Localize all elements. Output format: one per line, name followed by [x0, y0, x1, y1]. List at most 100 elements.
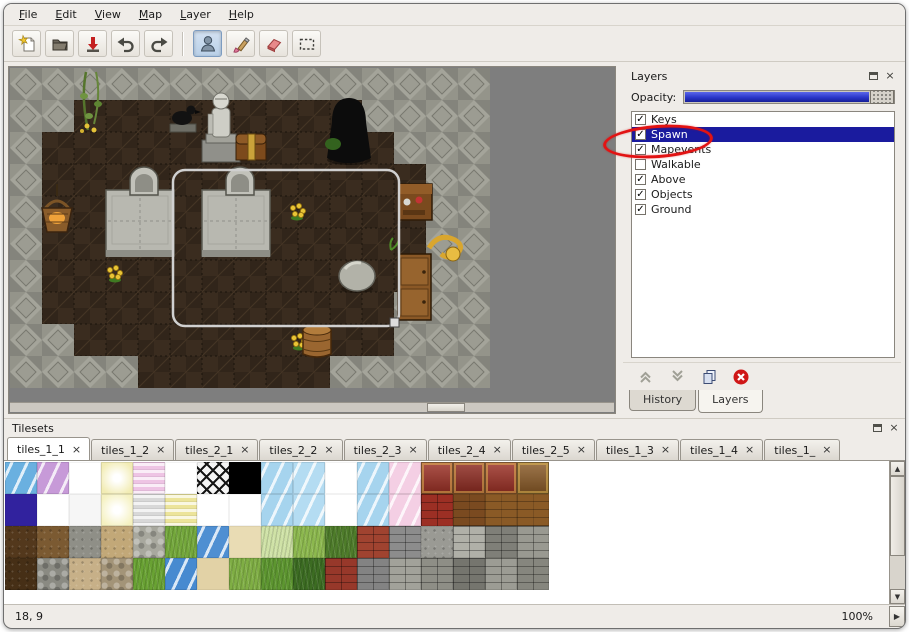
tile-0-7[interactable]: [229, 462, 261, 494]
tile-0-13[interactable]: [421, 462, 453, 494]
tileset-tab-tiles_2_4[interactable]: tiles_2_4×: [428, 439, 511, 460]
tileset-tab-tiles_2_1[interactable]: tiles_2_1×: [175, 439, 258, 460]
layer-row-above[interactable]: ✓Above: [632, 172, 894, 187]
tab-close-icon[interactable]: ×: [492, 445, 503, 455]
tile-0-5[interactable]: [165, 462, 197, 494]
layer-visibility-checkbox[interactable]: ✓: [635, 174, 646, 185]
tile-1-6[interactable]: [197, 494, 229, 526]
eraser-tool-button[interactable]: [259, 30, 288, 57]
tile-3-2[interactable]: [69, 558, 101, 590]
tile-3-8[interactable]: [261, 558, 293, 590]
tab-close-icon[interactable]: ×: [71, 445, 82, 455]
tile-0-16[interactable]: [517, 462, 549, 494]
menu-layer[interactable]: Layer: [171, 4, 220, 25]
tile-1-1[interactable]: [37, 494, 69, 526]
float-panel-icon[interactable]: [866, 70, 880, 83]
move-layer-down-button[interactable]: [665, 366, 689, 388]
tile-2-0[interactable]: [5, 526, 37, 558]
layer-visibility-checkbox[interactable]: [635, 159, 646, 170]
tile-1-7[interactable]: [229, 494, 261, 526]
tile-3-15[interactable]: [485, 558, 517, 590]
tab-close-icon[interactable]: ×: [239, 445, 250, 455]
move-layer-up-button[interactable]: [633, 366, 657, 388]
event-stamp-tool-button[interactable]: [193, 30, 222, 57]
tab-scroll-right-button[interactable]: ▶: [889, 606, 905, 627]
tileset-tab-tiles_2_5[interactable]: tiles_2_5×: [512, 439, 595, 460]
tile-0-8[interactable]: [261, 462, 293, 494]
tile-0-10[interactable]: [325, 462, 357, 494]
select-tool-button[interactable]: [292, 30, 321, 57]
tile-3-13[interactable]: [421, 558, 453, 590]
tab-close-icon[interactable]: ×: [323, 445, 334, 455]
tileset-tab-tiles_1_[interactable]: tiles_1_×: [764, 439, 840, 460]
close-panel-icon[interactable]: ×: [883, 70, 897, 83]
tile-1-15[interactable]: [485, 494, 517, 526]
panel-tab-history[interactable]: History: [629, 390, 696, 411]
layer-row-keys[interactable]: ✓Keys: [632, 112, 894, 127]
tile-3-1[interactable]: [37, 558, 69, 590]
tile-2-10[interactable]: [325, 526, 357, 558]
tile-0-2[interactable]: [69, 462, 101, 494]
brush-tool-button[interactable]: [226, 30, 255, 57]
menu-view[interactable]: View: [86, 4, 130, 25]
tile-grid[interactable]: [5, 462, 549, 590]
scroll-up-arrow[interactable]: ▲: [890, 461, 905, 476]
tile-2-11[interactable]: [357, 526, 389, 558]
tile-1-2[interactable]: [69, 494, 101, 526]
layer-row-objects[interactable]: ✓Objects: [632, 187, 894, 202]
tile-3-6[interactable]: [197, 558, 229, 590]
duplicate-layer-button[interactable]: [697, 366, 721, 388]
tile-2-7[interactable]: [229, 526, 261, 558]
tile-0-9[interactable]: [293, 462, 325, 494]
layer-row-walkable[interactable]: Walkable: [632, 157, 894, 172]
selection-resize-handle[interactable]: [390, 318, 399, 327]
tileset-tab-tiles_2_2[interactable]: tiles_2_2×: [259, 439, 342, 460]
tile-2-14[interactable]: [453, 526, 485, 558]
tile-3-12[interactable]: [389, 558, 421, 590]
tile-1-12[interactable]: [389, 494, 421, 526]
vertical-splitter[interactable]: [616, 66, 623, 414]
tile-1-9[interactable]: [293, 494, 325, 526]
undo-button[interactable]: [111, 30, 140, 57]
panel-tab-layers[interactable]: Layers: [698, 390, 762, 413]
tile-0-1[interactable]: [37, 462, 69, 494]
tile-0-0[interactable]: [5, 462, 37, 494]
map-horizontal-scrollbar[interactable]: [10, 402, 614, 412]
tile-1-14[interactable]: [453, 494, 485, 526]
tile-2-16[interactable]: [517, 526, 549, 558]
scroll-down-arrow[interactable]: ▼: [890, 589, 905, 604]
tile-3-0[interactable]: [5, 558, 37, 590]
menu-map[interactable]: Map: [130, 4, 171, 25]
tile-2-13[interactable]: [421, 526, 453, 558]
tile-0-14[interactable]: [453, 462, 485, 494]
tab-close-icon[interactable]: ×: [660, 445, 671, 455]
tile-2-9[interactable]: [293, 526, 325, 558]
tile-1-4[interactable]: [133, 494, 165, 526]
tile-3-10[interactable]: [325, 558, 357, 590]
tile-1-11[interactable]: [357, 494, 389, 526]
tab-close-icon[interactable]: ×: [407, 445, 418, 455]
layer-row-spawn[interactable]: ✓Spawn: [632, 127, 894, 142]
tab-close-icon[interactable]: ×: [155, 445, 166, 455]
tile-1-13[interactable]: [421, 494, 453, 526]
tile-2-3[interactable]: [101, 526, 133, 558]
tile-3-4[interactable]: [133, 558, 165, 590]
tile-1-10[interactable]: [325, 494, 357, 526]
vscroll-thumb[interactable]: [890, 476, 905, 556]
tile-3-7[interactable]: [229, 558, 261, 590]
tile-3-11[interactable]: [357, 558, 389, 590]
layer-visibility-checkbox[interactable]: ✓: [635, 144, 646, 155]
map-viewport[interactable]: [8, 66, 616, 414]
layer-visibility-checkbox[interactable]: ✓: [635, 114, 646, 125]
opacity-slider-handle[interactable]: [870, 90, 894, 104]
tileset-tab-tiles_2_3[interactable]: tiles_2_3×: [344, 439, 427, 460]
tile-0-15[interactable]: [485, 462, 517, 494]
tile-0-6[interactable]: [197, 462, 229, 494]
tile-3-5[interactable]: [165, 558, 197, 590]
tileset-tab-tiles_1_4[interactable]: tiles_1_4×: [680, 439, 763, 460]
tile-0-3[interactable]: [101, 462, 133, 494]
tile-1-3[interactable]: [101, 494, 133, 526]
tileset-tab-tiles_1_3[interactable]: tiles_1_3×: [596, 439, 679, 460]
tile-2-5[interactable]: [165, 526, 197, 558]
tile-3-9[interactable]: [293, 558, 325, 590]
